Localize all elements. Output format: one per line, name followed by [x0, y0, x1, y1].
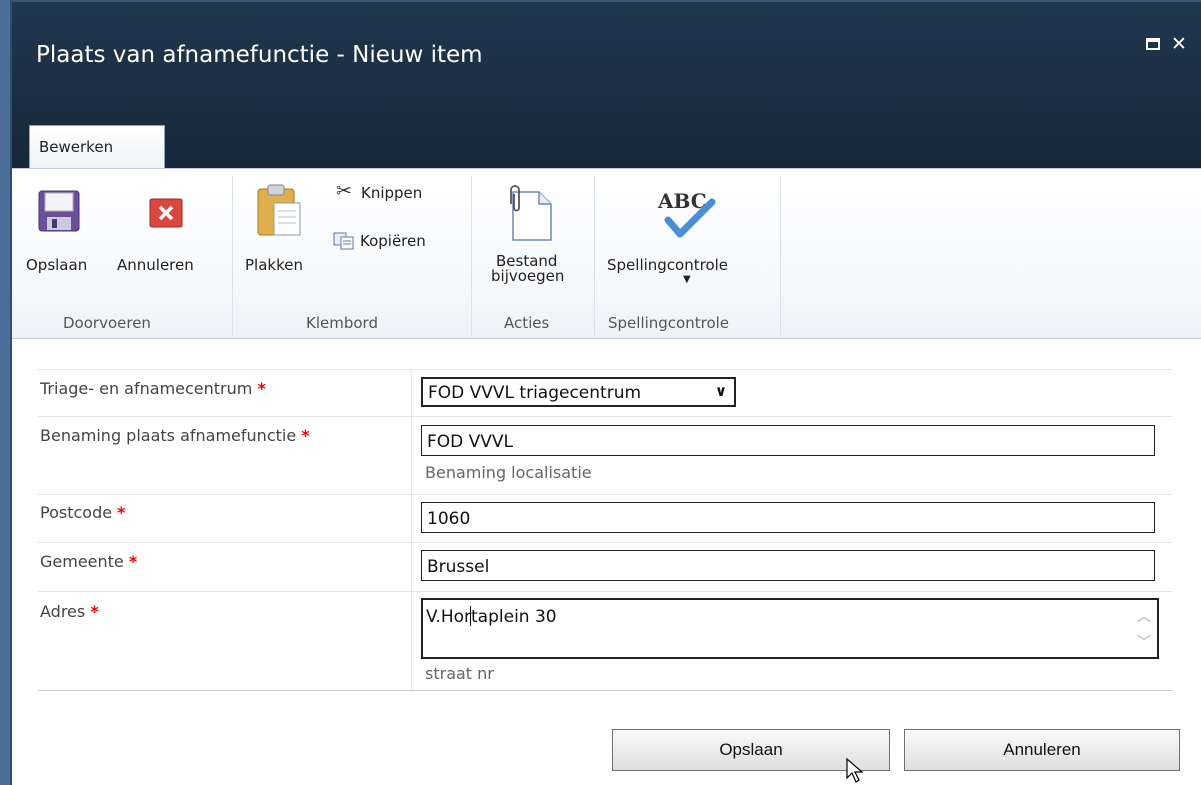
field-label-municipality: Gemeente *	[40, 552, 138, 571]
mouse-pointer-icon	[846, 758, 864, 783]
form-row-separator	[38, 494, 1172, 495]
close-icon[interactable]: ✕	[1171, 33, 1187, 55]
ribbon-group-separator	[780, 176, 781, 336]
ribbon-group-label-commit: Doorvoeren	[63, 314, 151, 332]
paperclip-document-icon	[510, 185, 552, 241]
dialog-window: Plaats van afnamefunctie - Nieuw item ✕ …	[0, 0, 1201, 785]
floppy-disk-icon	[38, 190, 80, 232]
ribbon-group-separator	[594, 176, 595, 336]
field-label-location-name: Benaming plaats afnamefunctie *	[40, 426, 310, 445]
ribbon-save-label: Opslaan	[26, 256, 88, 274]
copy-icon	[333, 232, 354, 250]
ribbon-spelling-label: Spellingcontrole	[607, 256, 729, 274]
text-caret	[470, 606, 471, 626]
required-marker: *	[90, 602, 99, 621]
required-marker: *	[257, 379, 266, 398]
required-marker: *	[128, 552, 138, 571]
address-value: V.Hortaplein 30	[426, 607, 557, 627]
field-label-address: Adres *	[40, 602, 99, 621]
abc-checkmark-icon: ABC	[657, 189, 716, 238]
titlebar-highlight	[12, 0, 1201, 2]
ribbon-group-label-clipboard: Klembord	[306, 314, 378, 332]
ribbon-cancel-label: Annuleren	[117, 256, 194, 274]
field-label-center: Triage- en afnamecentrum *	[40, 379, 266, 398]
address-hint: straat nr	[425, 664, 494, 683]
scroll-down-icon[interactable]: ﹀	[1135, 632, 1153, 651]
maximize-icon[interactable]	[1146, 38, 1160, 50]
form-bottom-border	[38, 690, 1172, 691]
ribbon-copy-label: Kopiëren	[360, 232, 426, 250]
form-column-divider	[411, 369, 412, 690]
clipboard-icon	[257, 184, 301, 236]
ribbon-group-label-spelling: Spellingcontrole	[608, 314, 730, 332]
ribbon	[12, 168, 1201, 339]
svg-text:ABC: ABC	[657, 189, 707, 213]
form-row-separator	[38, 591, 1172, 592]
location-name-input[interactable]: FOD VVVL	[421, 425, 1155, 456]
ribbon-group-label-actions: Acties	[504, 314, 550, 332]
required-marker: *	[301, 426, 310, 445]
address-textarea[interactable]: V.Hortaplein 30 ︿ ﹀	[421, 598, 1159, 659]
chevron-down-icon: ∨	[714, 382, 727, 400]
ribbon-group-separator	[471, 176, 472, 336]
cancel-button[interactable]: Annuleren	[904, 729, 1180, 771]
chevron-down-icon: ▼	[683, 274, 691, 285]
form-row-separator	[38, 542, 1172, 543]
ribbon-paste-label: Plakken	[245, 256, 303, 274]
municipality-input[interactable]: Brussel	[421, 550, 1155, 581]
tab-label: Bewerken	[39, 138, 114, 156]
required-marker: *	[117, 503, 126, 522]
scissors-icon: ✂	[336, 180, 352, 202]
ribbon-group-separator	[232, 176, 233, 336]
center-select-value: FOD VVVL triagecentrum	[428, 383, 642, 403]
field-label-postcode: Postcode *	[40, 503, 126, 522]
center-select[interactable]: FOD VVVL triagecentrum ∨	[421, 377, 736, 407]
form-row-separator	[38, 416, 1172, 417]
form-top-border	[38, 369, 1172, 370]
ribbon-cut-label: Knippen	[361, 184, 423, 202]
tab-bewerken[interactable]: Bewerken	[29, 125, 165, 169]
location-name-hint: Benaming localisatie	[425, 463, 592, 482]
dialog-title: Plaats van afnamefunctie - Nieuw item	[36, 42, 483, 68]
ribbon-attach-label-2: bijvoegen	[491, 267, 565, 285]
dialog-titlebar	[12, 0, 1201, 168]
scroll-up-icon[interactable]: ︿	[1135, 606, 1153, 625]
postcode-input[interactable]: 1060	[421, 502, 1155, 533]
red-x-icon	[149, 198, 183, 228]
